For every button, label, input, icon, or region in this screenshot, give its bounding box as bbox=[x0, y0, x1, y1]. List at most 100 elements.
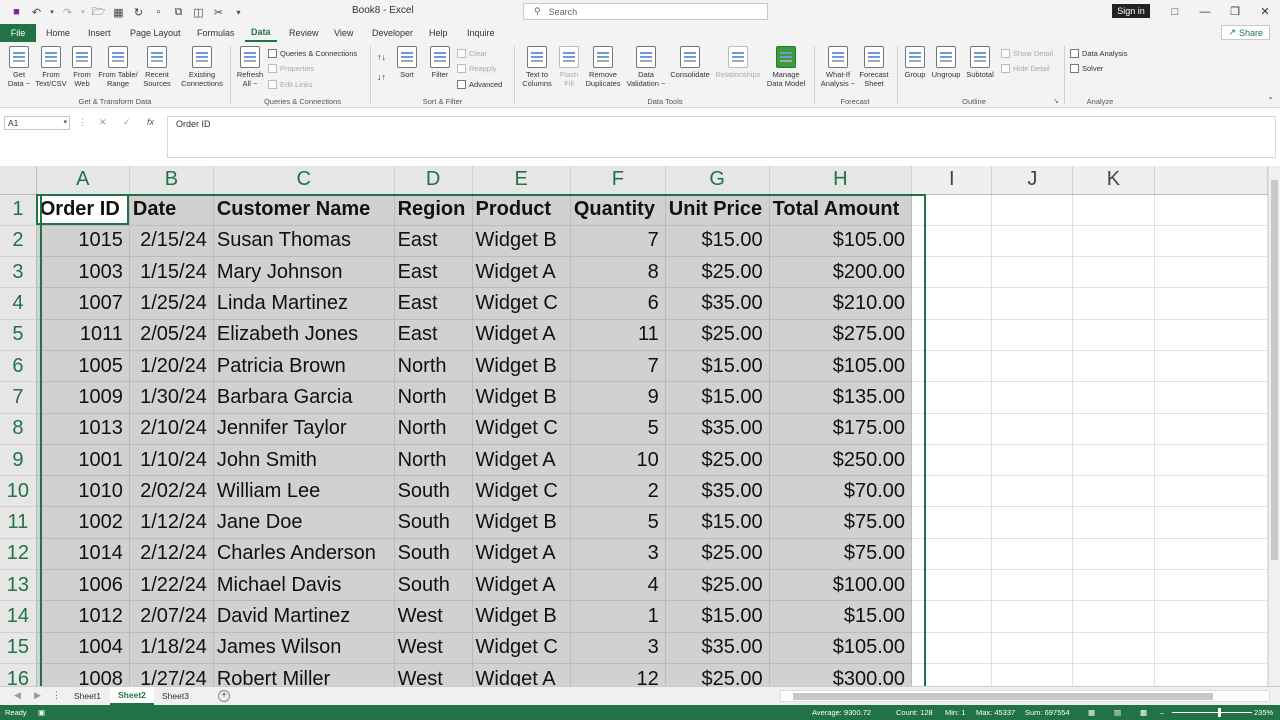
table-cell[interactable]: $35.00 bbox=[665, 632, 770, 664]
header-cell[interactable]: Quantity bbox=[570, 194, 666, 226]
enter-icon[interactable]: ✓ bbox=[123, 117, 131, 128]
copy-icon[interactable]: ⧉ bbox=[170, 4, 187, 21]
get-data-button[interactable]: Get Data ~ bbox=[6, 46, 32, 88]
table-cell[interactable]: $200.00 bbox=[769, 256, 913, 289]
empty-cell[interactable] bbox=[1154, 350, 1268, 383]
table-cell[interactable]: 1/25/24 bbox=[129, 287, 214, 320]
table-cell[interactable]: Widget C bbox=[472, 632, 571, 664]
table-cell[interactable]: 1006 bbox=[36, 569, 130, 602]
table-cell[interactable]: 1/20/24 bbox=[129, 350, 214, 383]
select-all-corner[interactable] bbox=[0, 166, 37, 195]
zoom-slider-thumb[interactable] bbox=[1218, 708, 1221, 717]
table-cell[interactable]: East bbox=[394, 287, 473, 320]
table-cell[interactable]: South bbox=[394, 538, 473, 571]
table-cell[interactable]: North bbox=[394, 350, 473, 383]
tab-data[interactable]: Data bbox=[245, 24, 277, 42]
table-cell[interactable]: 12 bbox=[570, 663, 666, 686]
name-box-dropdown-icon[interactable]: ▾ bbox=[63, 117, 67, 129]
table-cell[interactable]: 2/07/24 bbox=[129, 600, 214, 633]
empty-cell[interactable] bbox=[991, 413, 1074, 445]
empty-cell[interactable] bbox=[1154, 444, 1268, 477]
minimize-icon[interactable]: — bbox=[1196, 3, 1214, 20]
table-cell[interactable]: 2/05/24 bbox=[129, 319, 214, 351]
paste-icon[interactable]: ◫ bbox=[190, 4, 207, 21]
empty-cell[interactable] bbox=[1072, 287, 1155, 320]
table-cell[interactable]: David Martinez bbox=[213, 600, 395, 633]
row-header[interactable]: 4 bbox=[0, 287, 37, 320]
table-cell[interactable]: 1/30/24 bbox=[129, 381, 214, 414]
empty-cell[interactable] bbox=[911, 632, 993, 664]
table-cell[interactable]: Elizabeth Jones bbox=[213, 319, 395, 351]
row-header[interactable]: 14 bbox=[0, 600, 37, 633]
empty-cell[interactable] bbox=[1072, 569, 1155, 602]
empty-cell[interactable] bbox=[911, 381, 993, 414]
table-cell[interactable]: $35.00 bbox=[665, 475, 770, 508]
cancel-icon[interactable]: ✕ bbox=[99, 117, 107, 128]
table-cell[interactable]: $25.00 bbox=[665, 569, 770, 602]
table-cell[interactable]: William Lee bbox=[213, 475, 395, 508]
table-cell[interactable]: South bbox=[394, 569, 473, 602]
table-cell[interactable]: Barbara Garcia bbox=[213, 381, 395, 414]
from-text-csv-button[interactable]: From Text/CSV bbox=[34, 46, 68, 88]
table-cell[interactable]: 9 bbox=[570, 381, 666, 414]
table-cell[interactable]: North bbox=[394, 413, 473, 445]
properties-button[interactable]: Properties bbox=[268, 62, 314, 75]
row-header[interactable]: 9 bbox=[0, 444, 37, 477]
row-header[interactable]: 7 bbox=[0, 381, 37, 414]
column-header-f[interactable]: F bbox=[570, 166, 666, 195]
collapse-ribbon-icon[interactable]: ⌃ bbox=[1267, 96, 1274, 105]
row-header[interactable]: 3 bbox=[0, 256, 37, 289]
advanced-button[interactable]: Advanced bbox=[457, 78, 502, 91]
group-button[interactable]: Group bbox=[901, 46, 929, 80]
table-cell[interactable]: 3 bbox=[570, 538, 666, 571]
tab-developer[interactable]: Developer bbox=[366, 24, 419, 42]
column-header-j[interactable]: J bbox=[991, 166, 1074, 195]
table-cell[interactable]: Patricia Brown bbox=[213, 350, 395, 383]
column-header-b[interactable]: B bbox=[129, 166, 214, 195]
table-cell[interactable]: Widget A bbox=[472, 319, 571, 351]
table-cell[interactable]: Widget B bbox=[472, 381, 571, 414]
forecast-sheet-button[interactable]: Forecast Sheet bbox=[856, 46, 892, 88]
empty-cell[interactable] bbox=[1072, 319, 1155, 351]
column-header-g[interactable]: G bbox=[665, 166, 770, 195]
empty-cell[interactable] bbox=[991, 663, 1074, 686]
table-cell[interactable]: $35.00 bbox=[665, 413, 770, 445]
empty-cell[interactable] bbox=[1154, 413, 1268, 445]
table-cell[interactable]: 2/12/24 bbox=[129, 538, 214, 571]
grid-icon[interactable]: ▦ bbox=[110, 4, 127, 21]
sort-ascending-icon[interactable]: ↑↓ bbox=[377, 50, 386, 63]
table-cell[interactable]: $15.00 bbox=[665, 225, 770, 258]
empty-cell[interactable] bbox=[1154, 632, 1268, 664]
table-cell[interactable]: 1/18/24 bbox=[129, 632, 214, 664]
table-cell[interactable]: $70.00 bbox=[769, 475, 913, 508]
zoom-level[interactable]: 235% bbox=[1254, 708, 1273, 717]
table-cell[interactable]: East bbox=[394, 225, 473, 258]
empty-cell[interactable] bbox=[1154, 538, 1268, 571]
zoom-slider[interactable] bbox=[1172, 712, 1252, 713]
empty-cell[interactable] bbox=[1072, 256, 1155, 289]
empty-cell[interactable] bbox=[991, 475, 1074, 508]
row-header[interactable]: 11 bbox=[0, 506, 37, 539]
redo-icon[interactable]: ↷ bbox=[59, 4, 76, 21]
horizontal-scroll-thumb[interactable] bbox=[793, 693, 1213, 700]
table-cell[interactable]: East bbox=[394, 256, 473, 289]
empty-cell[interactable] bbox=[1154, 569, 1268, 602]
refresh-icon[interactable]: ↻ bbox=[130, 4, 147, 21]
table-cell[interactable]: 1001 bbox=[36, 444, 130, 477]
table-cell[interactable]: 1/10/24 bbox=[129, 444, 214, 477]
table-cell[interactable]: $105.00 bbox=[769, 225, 913, 258]
row-header[interactable]: 12 bbox=[0, 538, 37, 571]
table-cell[interactable]: Widget A bbox=[472, 538, 571, 571]
table-cell[interactable]: 1/27/24 bbox=[129, 663, 214, 686]
empty-cell[interactable] bbox=[911, 506, 993, 539]
empty-cell[interactable] bbox=[991, 194, 1074, 226]
table-cell[interactable]: 7 bbox=[570, 225, 666, 258]
existing-connections-button[interactable]: Existing Connections bbox=[178, 46, 226, 88]
table-cell[interactable]: $105.00 bbox=[769, 632, 913, 664]
empty-cell[interactable] bbox=[991, 256, 1074, 289]
empty-cell[interactable] bbox=[911, 569, 993, 602]
undo-dropdown-icon[interactable]: ▾ bbox=[48, 4, 56, 21]
table-cell[interactable]: Widget B bbox=[472, 506, 571, 539]
header-cell[interactable]: Total Amount bbox=[769, 194, 913, 226]
normal-view-icon[interactable]: ▦ bbox=[1088, 708, 1095, 717]
